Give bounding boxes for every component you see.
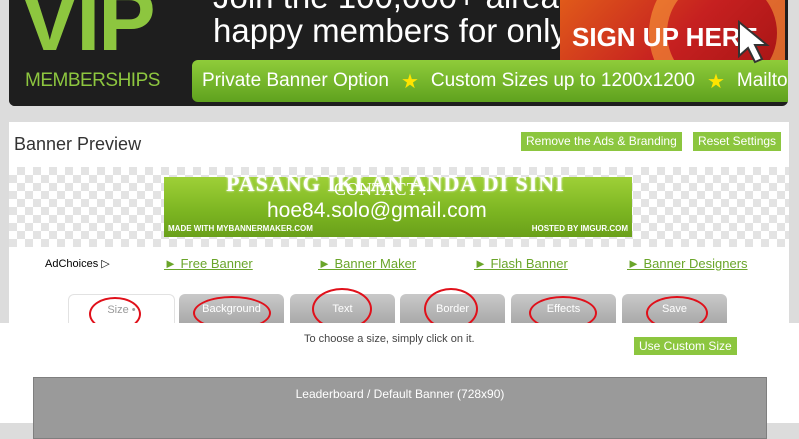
- size-option-label: Leaderboard / Default Banner (728x90): [295, 387, 505, 401]
- links-row: AdChoices ▷ ► Free Banner ► Banner Maker…: [9, 255, 789, 275]
- vip-logo-subtext: MEMBERSHIPS: [25, 70, 160, 91]
- banner-email-text: hoe84.solo@gmail.com: [267, 199, 487, 222]
- adchoices-link[interactable]: AdChoices ▷: [45, 257, 110, 270]
- tab-size[interactable]: Size •: [68, 294, 175, 331]
- banner-made-with: MADE WITH MYBANNERMAKER.COM: [168, 224, 313, 233]
- adchoices-icon: ▷: [101, 258, 110, 270]
- settings-tabs: Size • Background Text Border Effects Sa…: [9, 288, 789, 331]
- banner-maker-link[interactable]: ► Banner Maker: [318, 256, 416, 271]
- use-custom-size-button[interactable]: Use Custom Size: [634, 337, 737, 355]
- banner-preview-panel: Banner Preview Remove the Ads & Branding…: [0, 122, 799, 439]
- adchoices-label: AdChoices: [45, 258, 99, 270]
- size-hint-text: To choose a size, simply click on it.: [304, 333, 475, 345]
- vip-logo-text: VIP: [21, 0, 156, 69]
- tab-text[interactable]: Text: [290, 288, 395, 330]
- banner-contact-text: CONTACT :: [334, 179, 427, 199]
- banner-preview-image: PASANG IKLAN ANDA DI SINI CONTACT : hoe8…: [164, 177, 632, 237]
- tab-border[interactable]: Border: [400, 288, 505, 330]
- tab-effects[interactable]: Effects: [511, 294, 616, 330]
- banner-hosted-by: HOSTED BY IMGUR.COM: [531, 224, 628, 233]
- preview-canvas: PASANG IKLAN ANDA DI SINI CONTACT : hoe8…: [9, 167, 789, 247]
- signup-label: SIGN UP HERE: [572, 22, 758, 52]
- tab-save[interactable]: Save: [622, 294, 727, 330]
- free-banner-link[interactable]: ► Free Banner: [164, 256, 253, 271]
- feature-bar: Private Banner Option ★ Custom Sizes up …: [192, 60, 788, 102]
- star-icon: ★: [706, 70, 725, 93]
- flash-banner-link[interactable]: ► Flash Banner: [474, 256, 568, 271]
- reset-settings-button[interactable]: Reset Settings: [693, 132, 782, 151]
- size-tab-content: To choose a size, simply click on it. Us…: [0, 323, 799, 439]
- cursor-arrow-icon: [738, 19, 770, 64]
- feature-private-banner: Private Banner Option: [202, 70, 389, 91]
- vip-logo: VIP MEMBERSHIPS: [9, 0, 184, 106]
- size-option-leaderboard[interactable]: Leaderboard / Default Banner (728x90): [33, 377, 767, 439]
- feature-custom-sizes: Custom Sizes up to 1200x1200: [430, 70, 695, 91]
- remove-ads-button[interactable]: Remove the Ads & Branding: [521, 132, 682, 151]
- banner-designers-link[interactable]: ► Banner Designers: [627, 256, 748, 271]
- feature-mailto: Mailto and JavaScript: [736, 70, 788, 91]
- page-title: Banner Preview: [14, 134, 142, 154]
- vip-ad-banner[interactable]: VIP MEMBERSHIPS Join the 100,000+ alread…: [9, 0, 788, 106]
- star-icon: ★: [400, 70, 419, 93]
- tab-background[interactable]: Background: [179, 294, 284, 330]
